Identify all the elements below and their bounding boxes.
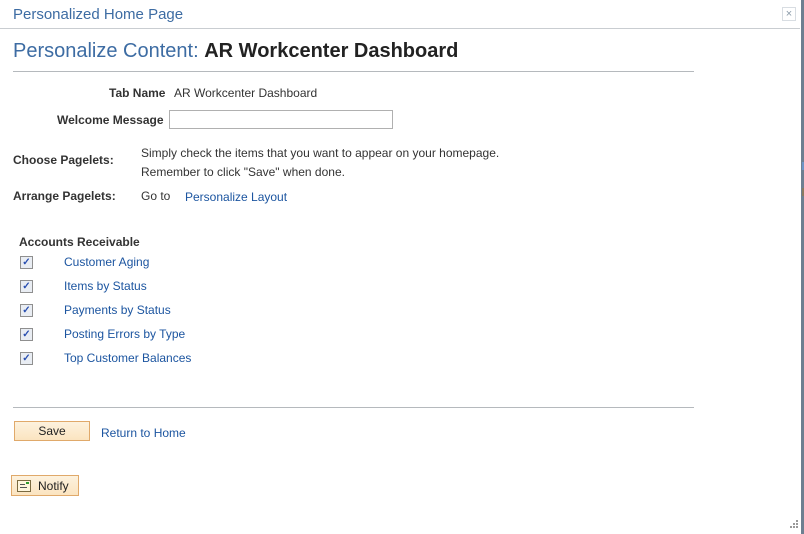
top-customer-balances-link[interactable]: Top Customer Balances: [64, 351, 191, 365]
notify-button[interactable]: Notify: [11, 475, 79, 496]
arrange-pagelets-label: Arrange Pagelets:: [13, 189, 116, 203]
notify-label: Notify: [38, 479, 69, 493]
page-title: Personalize Content: AR Workcenter Dashb…: [13, 40, 458, 63]
title-divider: [0, 28, 800, 29]
personalize-layout-link[interactable]: Personalize Layout: [185, 190, 287, 204]
notify-icon: [17, 480, 31, 492]
items-by-status-link[interactable]: Items by Status: [64, 279, 147, 293]
customer-aging-link[interactable]: Customer Aging: [64, 255, 149, 269]
page-title-name: AR Workcenter Dashboard: [204, 40, 459, 62]
arrange-goto-text: Go to: [141, 189, 171, 203]
footer-divider: [13, 407, 694, 408]
top-customer-balances-checkbox[interactable]: ✓: [20, 352, 33, 365]
payments-by-status-link[interactable]: Payments by Status: [64, 303, 171, 317]
choose-instructions-line2: Remember to click "Save" when done.: [141, 165, 345, 179]
close-icon[interactable]: ×: [782, 7, 796, 21]
tab-name-label: Tab Name: [109, 86, 166, 100]
return-to-home-link[interactable]: Return to Home: [101, 426, 186, 440]
save-button[interactable]: Save: [14, 421, 90, 441]
pagelet-group-title: Accounts Receivable: [19, 235, 140, 249]
welcome-message-input[interactable]: [169, 110, 393, 129]
posting-errors-link[interactable]: Posting Errors by Type: [64, 327, 185, 341]
welcome-message-label: Welcome Message: [57, 113, 164, 127]
tab-name-value: AR Workcenter Dashboard: [174, 86, 318, 100]
window-title: Personalized Home Page: [13, 6, 184, 23]
resize-grip-icon[interactable]: [790, 520, 800, 530]
customer-aging-checkbox[interactable]: ✓: [20, 256, 33, 269]
posting-errors-checkbox[interactable]: ✓: [20, 328, 33, 341]
payments-by-status-checkbox[interactable]: ✓: [20, 304, 33, 317]
choose-instructions-line1: Simply check the items that you want to …: [141, 146, 500, 160]
choose-pagelets-label: Choose Pagelets:: [13, 153, 114, 167]
page-title-prefix: Personalize Content:: [13, 40, 199, 62]
items-by-status-checkbox[interactable]: ✓: [20, 280, 33, 293]
heading-divider: [13, 71, 694, 72]
